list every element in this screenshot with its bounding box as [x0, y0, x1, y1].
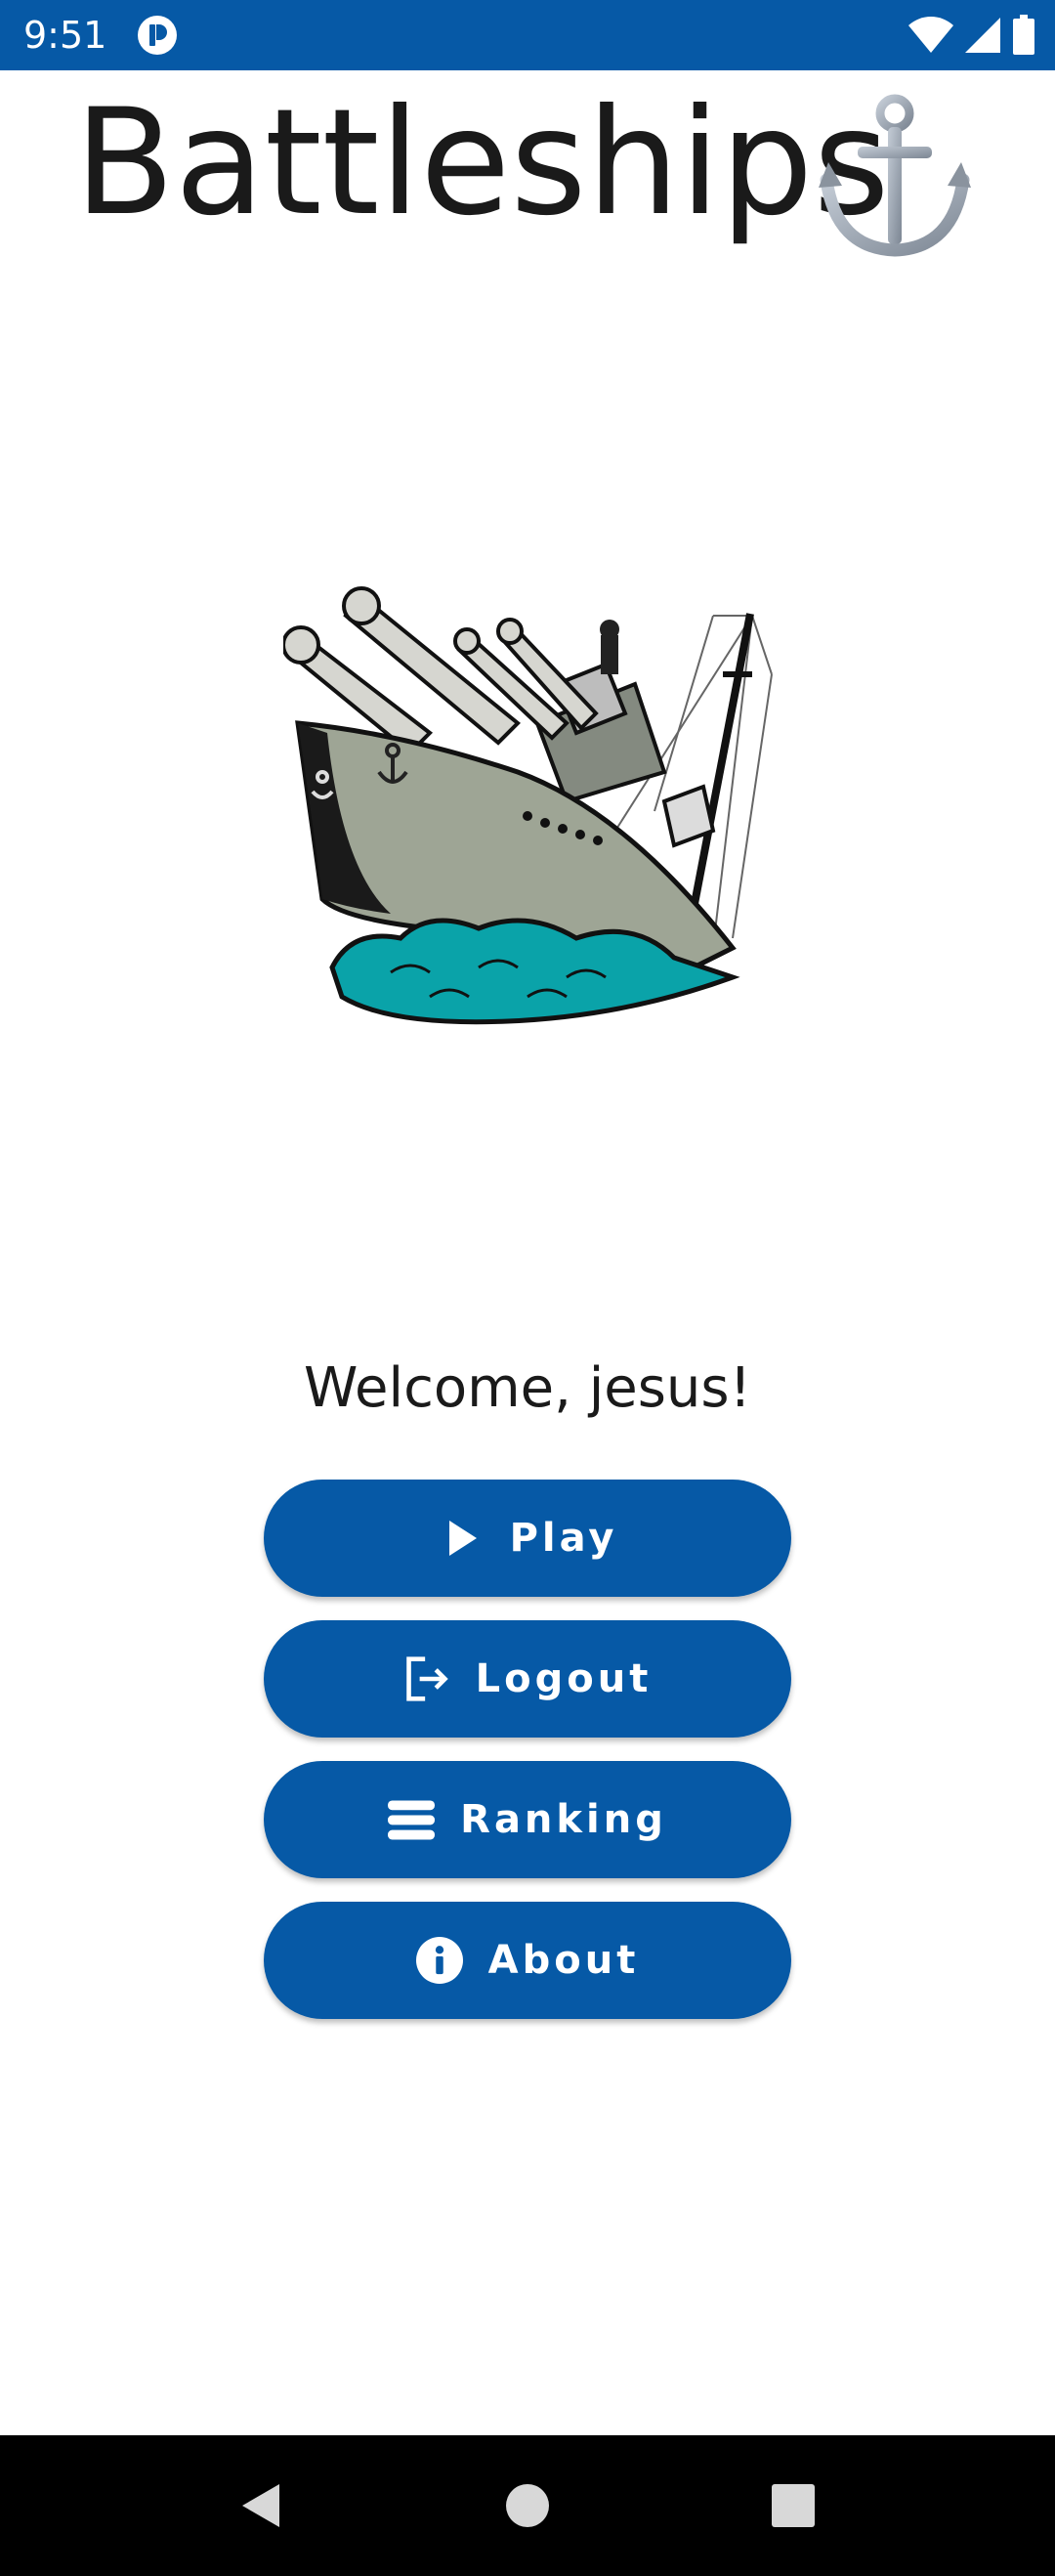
back-icon[interactable] — [236, 2480, 287, 2531]
play-button-label: Play — [509, 1516, 618, 1561]
logout-icon — [403, 1655, 450, 1702]
about-button[interactable]: About — [264, 1902, 791, 2019]
app-title: Battleships — [74, 78, 890, 248]
home-icon[interactable] — [502, 2480, 553, 2531]
app-notification-icon — [138, 16, 177, 55]
list-icon — [388, 1796, 436, 1843]
cellular-signal-icon — [965, 18, 1000, 53]
main-menu: Play Logout Ranking About — [264, 1480, 791, 2042]
anchor-icon — [819, 94, 971, 257]
about-button-label: About — [487, 1938, 640, 1983]
info-icon — [415, 1937, 463, 1984]
wifi-icon — [908, 17, 953, 53]
status-bar: 9:51 — [0, 0, 1055, 70]
battery-icon — [1013, 15, 1034, 55]
play-button[interactable]: Play — [264, 1480, 791, 1597]
welcome-message: Welcome, jesus! — [303, 1356, 752, 1420]
recents-icon[interactable] — [768, 2480, 819, 2531]
navigation-bar — [0, 2435, 1055, 2576]
logout-button-label: Logout — [475, 1656, 653, 1701]
ranking-button[interactable]: Ranking — [264, 1761, 791, 1878]
app-header: Battleships — [0, 78, 1055, 264]
status-time: 9:51 — [23, 14, 107, 57]
battleship-illustration — [283, 586, 773, 1025]
play-icon — [438, 1515, 485, 1562]
logout-button[interactable]: Logout — [264, 1620, 791, 1738]
ranking-button-label: Ranking — [460, 1797, 667, 1842]
